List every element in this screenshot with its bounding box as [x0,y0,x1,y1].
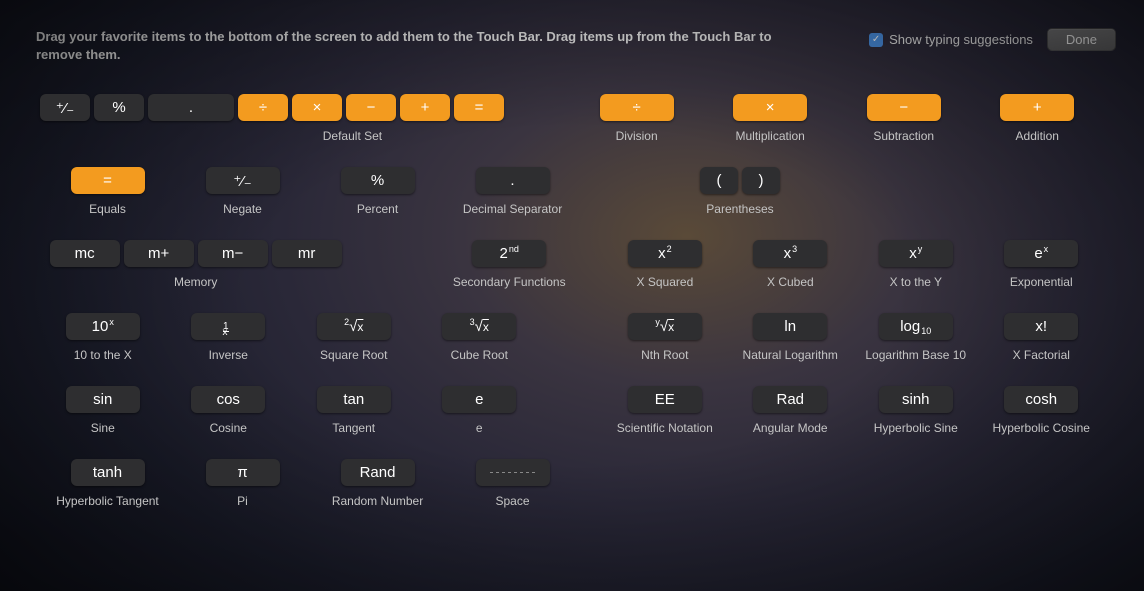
percent-item[interactable]: % [341,167,415,194]
x-to-y-label: X to the Y [890,275,942,289]
space-icon [490,472,536,473]
done-button[interactable]: Done [1047,28,1116,51]
exponential-label: Exponential [1010,275,1073,289]
plus-button[interactable]: + [400,94,450,121]
checkmark-icon: ✓ [869,33,883,47]
pi-item[interactable]: π [206,459,280,486]
natural-log-item[interactable]: ln [753,313,827,340]
sine-label: Sine [91,421,115,435]
x-cubed-item[interactable]: x3 [753,240,827,267]
percent-label: Percent [357,202,398,216]
cosine-item[interactable]: cos [191,386,265,413]
checkbox-label: Show typing suggestions [889,32,1033,47]
divide-button[interactable]: ÷ [238,94,288,121]
exponential-item[interactable]: ex [1004,240,1078,267]
mplus-button[interactable]: m+ [124,240,194,267]
angular-mode-item[interactable]: Rad [753,386,827,413]
secondary-functions-label: Secondary Functions [453,275,566,289]
x-to-y-item[interactable]: xy [879,240,953,267]
addition-item[interactable]: + [1000,94,1074,121]
x-squared-item[interactable]: x2 [628,240,702,267]
x-squared-label: X Squared [637,275,694,289]
nth-root-label: Nth Root [641,348,688,362]
close-paren-button[interactable]: ) [742,167,780,194]
multiplication-item[interactable]: × [733,94,807,121]
addition-label: Addition [1016,129,1059,143]
decimal-button[interactable]: . [148,94,234,121]
space-label: Space [495,494,529,508]
sinh-label: Hyperbolic Sine [874,421,958,435]
log10-label: Logarithm Base 10 [865,348,966,362]
minus-button[interactable]: − [346,94,396,121]
natural-log-label: Natural Logarithm [743,348,838,362]
secondary-functions-item[interactable]: 2nd [472,240,546,267]
space-item[interactable] [476,459,550,486]
mr-button[interactable]: mr [272,240,342,267]
percent-button[interactable]: % [94,94,144,121]
log10-item[interactable]: log10 [879,313,953,340]
rand-item[interactable]: Rand [341,459,415,486]
equals-label: Equals [89,202,126,216]
negate-item[interactable]: ⁺⁄₋ [206,167,280,194]
cosh-label: Hyperbolic Cosine [993,421,1090,435]
negate-label: Negate [223,202,262,216]
pi-label: Pi [237,494,248,508]
inverse-item[interactable]: 1x [191,313,265,340]
square-root-label: Square Root [320,348,387,362]
memory-label: Memory [174,275,217,289]
memory-group[interactable]: mc m+ m− mr [50,240,342,267]
tanh-item[interactable]: tanh [71,459,145,486]
open-paren-button[interactable]: ( [700,167,738,194]
sine-item[interactable]: sin [66,386,140,413]
ten-to-x-label: 10 to the X [74,348,132,362]
ten-to-x-item[interactable]: 10x [66,313,140,340]
division-label: Division [616,129,658,143]
show-typing-suggestions-checkbox[interactable]: ✓ Show typing suggestions [869,32,1033,47]
inverse-label: Inverse [209,348,248,362]
cube-root-label: Cube Root [451,348,508,362]
x-cubed-label: X Cubed [767,275,814,289]
cube-root-item[interactable]: 3√x [442,313,516,340]
tanh-label: Hyperbolic Tangent [56,494,159,508]
default-set-group[interactable]: ⁺⁄₋ % . ÷ × − + = [40,94,504,121]
default-set-label: Default Set [323,129,382,143]
angular-mode-label: Angular Mode [753,421,828,435]
equals-item[interactable]: = [71,167,145,194]
subtraction-item[interactable]: − [867,94,941,121]
cosh-item[interactable]: cosh [1004,386,1078,413]
multiplication-label: Multiplication [735,129,804,143]
scientific-notation-label: Scientific Notation [617,421,713,435]
e-label: e [476,421,483,435]
mminus-button[interactable]: m− [198,240,268,267]
parentheses-label: Parentheses [706,202,773,216]
equals-button[interactable]: = [454,94,504,121]
nth-root-item[interactable]: y√x [628,313,702,340]
tangent-item[interactable]: tan [317,386,391,413]
scientific-notation-item[interactable]: EE [628,386,702,413]
tangent-label: Tangent [332,421,375,435]
e-item[interactable]: e [442,386,516,413]
division-item[interactable]: ÷ [600,94,674,121]
mc-button[interactable]: mc [50,240,120,267]
x-factorial-label: X Factorial [1013,348,1070,362]
multiply-button[interactable]: × [292,94,342,121]
cosine-label: Cosine [210,421,247,435]
parentheses-group[interactable]: ( ) [700,167,780,194]
square-root-item[interactable]: 2√x [317,313,391,340]
sinh-item[interactable]: sinh [879,386,953,413]
subtraction-label: Subtraction [873,129,934,143]
negate-button[interactable]: ⁺⁄₋ [40,94,90,121]
decimal-item[interactable]: . [476,167,550,194]
x-factorial-item[interactable]: x! [1004,313,1078,340]
decimal-label: Decimal Separator [463,202,562,216]
instructions-text: Drag your favorite items to the bottom o… [36,28,796,64]
rand-label: Random Number [332,494,423,508]
